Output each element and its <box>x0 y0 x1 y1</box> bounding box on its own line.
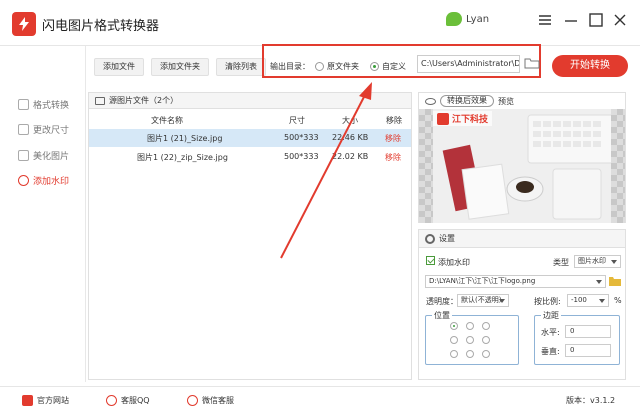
watermark-logo-icon <box>437 112 449 125</box>
preview-mode-select[interactable]: 转换后效果 <box>440 95 494 107</box>
file-list-panel: 源图片文件（2个） 文件名称 尺寸 大小 移除 图片1 (21)_Size.jp… <box>88 92 412 380</box>
preview-panel: 转换后效果 预览 江下科技 <box>418 92 626 223</box>
pos-top-left[interactable] <box>450 322 458 330</box>
sidebar-item-resize[interactable]: 更改尺寸 <box>18 123 69 136</box>
radio-source-folder[interactable]: 原文件夹 <box>315 61 359 72</box>
gear-icon <box>425 233 435 244</box>
minimize-button[interactable] <box>563 12 579 28</box>
start-convert-button[interactable]: 开始转换 <box>552 55 628 77</box>
maximize-button[interactable] <box>588 12 604 28</box>
pos-middle-left[interactable] <box>450 336 458 344</box>
settings-header: 设置 <box>419 230 625 248</box>
home-icon <box>22 395 33 406</box>
position-group: 位置 <box>425 310 519 365</box>
watermark-type-select[interactable]: 图片水印 <box>574 255 621 268</box>
qq-link[interactable]: 客服QQ <box>106 395 150 406</box>
table-header: 文件名称 尺寸 大小 移除 <box>151 116 402 125</box>
file-list-header: 源图片文件（2个） <box>89 93 411 109</box>
sidebar: 格式转换 更改尺寸 美化图片 添加水印 <box>0 46 86 382</box>
pos-top-center[interactable] <box>466 322 474 330</box>
table-row[interactable]: 图片1 (22)_zip_Size.jpg 500*333 22.02 KB 移… <box>89 148 411 166</box>
watermark-overlay: 江下科技 <box>433 111 493 126</box>
menu-button[interactable] <box>537 12 553 28</box>
output-dir-label: 输出目录： <box>270 62 310 71</box>
sidebar-item-watermark[interactable]: 添加水印 <box>18 174 69 187</box>
title-bar: 闪电图片格式转换器 Lyan <box>0 0 640 46</box>
menu-icon <box>539 15 551 25</box>
close-icon <box>614 14 626 26</box>
remove-link[interactable]: 移除 <box>385 133 401 144</box>
watermark-icon <box>18 175 29 186</box>
add-folder-button[interactable]: 添加文件夹 <box>151 58 209 76</box>
remove-link[interactable]: 移除 <box>385 152 401 163</box>
output-path-input[interactable]: C:\Users\Administrator\De <box>417 55 520 73</box>
app-title: 闪电图片格式转换器 <box>42 19 160 34</box>
desk-photo <box>433 109 611 223</box>
add-watermark-checkbox[interactable] <box>426 256 435 265</box>
horizontal-margin-input[interactable]: 0 <box>565 325 611 338</box>
user-account[interactable]: Lyan <box>446 12 489 26</box>
watermark-path-input[interactable]: D:\LYAN\江下\江下\江下logo.png <box>425 275 606 288</box>
table-row[interactable]: 图片1 (21)_Size.jpg 500*333 22.46 KB 移除 <box>89 129 411 147</box>
user-name: Lyan <box>466 13 490 25</box>
preview-photo: 江下科技 <box>433 109 611 223</box>
close-button[interactable] <box>612 12 628 28</box>
sidebar-item-format[interactable]: 格式转换 <box>18 98 69 111</box>
eye-icon <box>425 97 436 105</box>
wechat-icon <box>187 395 198 406</box>
resize-icon <box>18 124 29 135</box>
folder-icon[interactable] <box>524 57 540 69</box>
radio-custom[interactable]: 自定义 <box>370 61 406 72</box>
pos-bottom-right[interactable] <box>482 350 490 358</box>
image-icon <box>18 150 29 161</box>
version-label: 版本：v3.1.2 <box>566 396 616 405</box>
clear-list-button[interactable]: 清除列表 <box>216 58 266 76</box>
pos-bottom-left[interactable] <box>450 350 458 358</box>
preview-image-area: 江下科技 <box>419 109 625 223</box>
app-logo <box>12 12 36 36</box>
sidebar-item-beautify[interactable]: 美化图片 <box>18 149 69 162</box>
folder-icon[interactable] <box>609 276 621 286</box>
status-bar: 官方网站 客服QQ 微信客服 版本：v3.1.2 <box>0 386 640 418</box>
margin-group: 边距 水平: 0 垂直: 0 <box>534 310 620 365</box>
vertical-margin-input[interactable]: 0 <box>565 344 611 357</box>
opacity-select[interactable]: 默认(不透明) <box>457 294 509 307</box>
image-icon <box>95 96 105 105</box>
website-link[interactable]: 官方网站 <box>22 395 69 406</box>
qq-icon <box>106 395 117 406</box>
settings-panel: 设置 添加水印 类型 图片水印 D:\LYAN\江下\江下\江下logo.png… <box>418 229 626 380</box>
wechat-avatar-icon <box>446 12 462 26</box>
preview-header: 转换后效果 预览 <box>419 93 625 109</box>
minimize-icon <box>565 20 577 22</box>
maximize-icon <box>589 13 603 27</box>
add-file-button[interactable]: 添加文件 <box>94 58 144 76</box>
convert-icon <box>18 99 29 110</box>
pos-middle-right[interactable] <box>482 336 490 344</box>
pos-bottom-center[interactable] <box>466 350 474 358</box>
wechat-link[interactable]: 微信客服 <box>187 395 234 406</box>
pos-middle-center[interactable] <box>466 336 474 344</box>
ratio-select[interactable]: -100 <box>567 294 609 307</box>
pos-top-right[interactable] <box>482 322 490 330</box>
